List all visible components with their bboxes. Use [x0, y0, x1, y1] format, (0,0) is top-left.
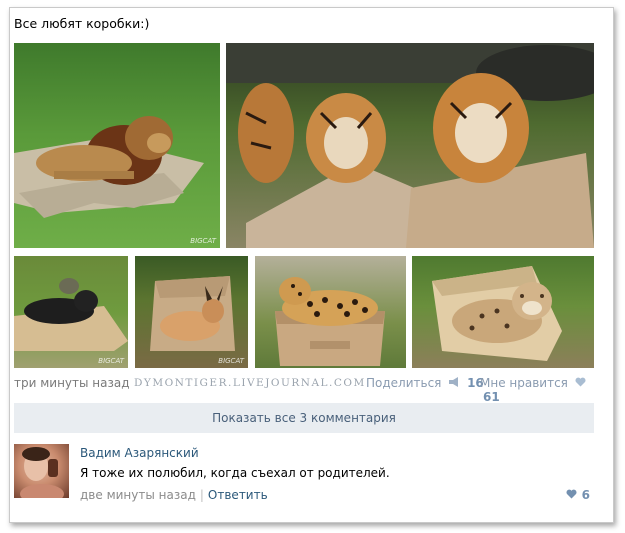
comment-text: Я тоже их полюбил, когда съехал от родит…	[80, 466, 390, 480]
panther-illustration	[14, 278, 128, 351]
tigers-photo[interactable]	[226, 43, 594, 248]
caracal-photo[interactable]: BIGCAT	[135, 256, 248, 368]
bobcat-photo[interactable]	[412, 256, 594, 368]
heart-icon	[575, 376, 586, 390]
post-time[interactable]: три минуты назад	[14, 376, 130, 390]
bobcat-illustration	[432, 266, 562, 361]
comment-like-count: 6	[581, 488, 590, 502]
jaguar-illustration	[275, 277, 385, 366]
reply-button[interactable]: Ответить	[208, 488, 268, 502]
avatar[interactable]	[14, 444, 69, 504]
tigers-illustration	[226, 43, 594, 248]
like-button[interactable]: Мне нравится 61	[480, 376, 594, 404]
share-label: Поделиться	[366, 376, 442, 390]
caracal-illustration	[150, 276, 235, 351]
avatar-illustration	[20, 447, 64, 504]
photo-watermark: BIGCAT	[190, 237, 216, 245]
comment-author[interactable]: Вадим Азарянский	[80, 446, 199, 460]
photo-watermark: BIGCAT	[98, 357, 124, 365]
jaguar-photo[interactable]	[255, 256, 406, 368]
share-button[interactable]: Поделиться 16	[366, 376, 484, 390]
comment-time[interactable]: две минуты назад	[80, 488, 196, 502]
comment-separator: |	[199, 488, 204, 502]
show-all-comments-button[interactable]: Показать все 3 комментария	[14, 403, 594, 433]
post-text: Все любят коробки:)	[14, 16, 150, 31]
heart-icon	[566, 488, 581, 502]
lion-photo[interactable]: BIGCAT	[14, 43, 220, 248]
comment-like-button[interactable]: 6	[566, 488, 590, 502]
like-label: Мне нравится	[480, 376, 568, 390]
wall-post: Все любят коробки:) BIGCAT BIGCAT BIGCAT…	[9, 7, 614, 523]
photo-watermark: BIGCAT	[218, 357, 244, 365]
comment: Вадим Азарянский Я тоже их полюбил, когд…	[14, 444, 594, 504]
megaphone-icon	[448, 376, 460, 390]
panther-photo[interactable]: BIGCAT	[14, 256, 128, 368]
lion-illustration	[14, 116, 204, 218]
site-watermark: DYMONTIGER.LIVEJOURNAL.COM	[134, 377, 366, 389]
comment-meta: две минуты назад | Ответить	[80, 488, 268, 502]
like-count: 61	[483, 390, 500, 404]
post-meta: три минуты назад DYMONTIGER.LIVEJOURNAL.…	[14, 376, 594, 404]
